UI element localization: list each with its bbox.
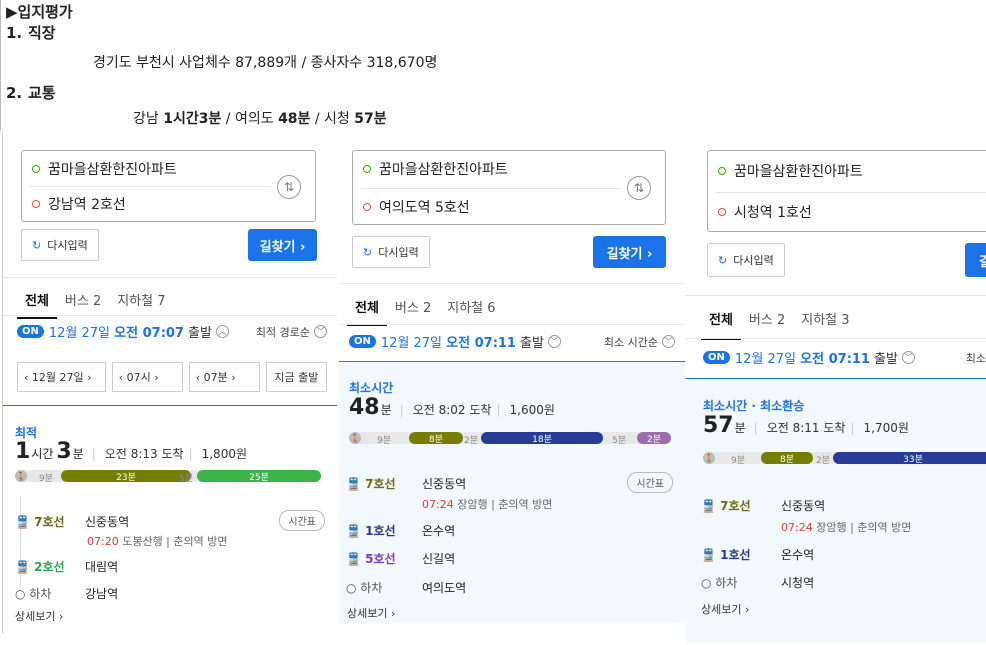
section-traffic-heading: 2. 교통 [6, 84, 56, 102]
origin-field[interactable]: 꿈마을삼환한진아파트 [32, 159, 271, 179]
route-duration: 57 분 | 오전 8:11 도착 | 1,700원 [703, 413, 909, 438]
step-alight: ○ 하차 강남역 [15, 587, 119, 601]
segment-line2: 25분 [197, 470, 321, 483]
date-selector[interactable]: ‹ 12월 27일 › [17, 362, 106, 392]
details-link[interactable]: 상세보기 › [15, 608, 63, 624]
step-detail: 07:20 도봉산행 | 춘의역 방면 [87, 535, 228, 548]
walk-icon: 🚶 [349, 432, 361, 444]
segment-line1: 18분 [481, 432, 603, 445]
destination-dot-icon [718, 208, 726, 216]
walk-icon: 🚶 [15, 470, 27, 482]
step-detail: 07:24 장암행 | 춘의역 방면 [422, 498, 553, 511]
chevron-down-icon: ﹀ [662, 335, 675, 348]
document-header: ▶입지평가 1. 직장 경기도 부천시 사업체수 87,889개 / 종사자수 3… [0, 0, 986, 130]
section-work-heading: 1. 직장 [6, 24, 56, 42]
departure-time-bar: ON 12월 27일 오전 07:11 출발 ﹀ 최소 [703, 348, 986, 367]
origin-field[interactable]: 꿈마을삼환한진아파트 [718, 161, 962, 181]
reset-button[interactable]: ↻ 다시입력 [352, 236, 430, 268]
tab-all[interactable]: 전체 [347, 297, 387, 326]
commute-summary: 강남 1시간3분 / 여의도 48분 / 시청 57분 [133, 111, 387, 127]
route-result[interactable]: 최소시간 48 분 | 오전 8:02 도착 | 1,600원 🚶 9분 8분 2분 1… [339, 361, 685, 623]
route-input-box: 꿈마을삼환한진아파트 여의도역 5호선 ⇅ [352, 150, 666, 225]
route-result[interactable]: 최적 1 시간 3 분 | 오전 8:13 도착 | 1,800원 🚶 9분 23분 5분 … [3, 405, 337, 633]
origin-field[interactable]: 꿈마을삼환한진아파트 [363, 159, 621, 179]
sort-dropdown[interactable]: 최소 시간순 ﹀ [604, 334, 675, 350]
refresh-icon: ↻ [363, 245, 373, 259]
minute-selector[interactable]: ‹ 07분 › [188, 362, 260, 392]
timetable-button[interactable]: 시간표 [279, 510, 325, 531]
result-badge: 최소시간 [349, 381, 394, 395]
sort-dropdown[interactable]: 최적 경로순 ﹀ [256, 324, 327, 340]
chevron-down-icon: ﹀ [314, 325, 327, 338]
depart-now-button[interactable]: 지금 출발 [265, 362, 327, 392]
details-link[interactable]: 상세보기 › [701, 601, 749, 617]
tab-bus[interactable]: 버스 2 [387, 297, 439, 326]
route-tabs: 전체 버스 2 지하철 3 [701, 309, 986, 340]
sort-dropdown[interactable]: 최소 [966, 350, 986, 366]
details-link[interactable]: 상세보기 › [347, 605, 395, 621]
step-alight: ○ 하차 시청역 [701, 576, 815, 590]
chevron-down-icon[interactable]: ﹀ [901, 351, 915, 364]
step-transfer: 🚆 1호선 온수역 [346, 524, 456, 538]
refresh-icon: ↻ [718, 253, 728, 267]
refresh-icon: ↻ [32, 238, 42, 252]
swap-icon[interactable]: ⇅ [627, 176, 651, 200]
departure-time-bar: ON 12월 27일 오전 07:11 출발 ﹀ 최소 시간순 ﹀ [349, 332, 675, 351]
reset-button[interactable]: ↻ 다시입력 [21, 229, 99, 261]
segment-line7: 23분 [61, 470, 191, 483]
find-route-button[interactable]: 길 [965, 243, 986, 277]
departure-time-bar: ON 12월 27일 오전 07:07 출발 ︿ 최적 경로순 ﹀ [17, 322, 327, 341]
reset-button[interactable]: ↻ 다시입력 [707, 243, 785, 277]
find-route-button[interactable]: 길찾기 › [593, 236, 666, 268]
route-panel-gangnam: 꿈마을삼환한진아파트 강남역 2호선 ⇅ ↻ 다시입력 길찾기 › 전체 버스 2… [2, 133, 337, 633]
route-input-box: 꿈마을삼환한진아파트 강남역 2호선 ⇅ [21, 150, 316, 222]
step-board: 🚆 7호선 신중동역 [346, 477, 467, 491]
destination-dot-icon [363, 203, 371, 211]
origin-dot-icon [363, 165, 371, 173]
step-board: 🚆 7호선 신중동역 [701, 499, 826, 513]
segment-line5: 2분 [637, 432, 671, 445]
swap-icon[interactable]: ⇅ [277, 175, 301, 199]
route-panel-cityhall: 꿈마을삼환한진아파트 시청역 1호선 ↻ 다시입력 길 전체 버스 2 지하철 3… [685, 133, 986, 643]
destination-dot-icon [32, 200, 40, 208]
segment-line7: 8분 [409, 432, 463, 445]
route-input-box: 꿈마을삼환한진아파트 시청역 1호선 [707, 150, 986, 232]
on-badge: ON [349, 335, 376, 348]
walk-icon: 🚶 [703, 452, 715, 464]
route-duration: 1 시간 3 분 | 오전 8:13 도착 | 1,800원 [15, 439, 248, 464]
chevron-up-icon[interactable]: ︿ [215, 325, 229, 338]
on-badge: ON [17, 325, 44, 338]
tab-all[interactable]: 전체 [701, 309, 741, 340]
hour-selector[interactable]: ‹ 07시 › [111, 362, 183, 392]
origin-dot-icon [32, 165, 40, 173]
timetable-button[interactable]: 시간표 [627, 472, 673, 493]
section-title: ▶입지평가 [6, 3, 73, 21]
chevron-down-icon[interactable]: ﹀ [547, 335, 561, 348]
step-detail: 07:24 장암행 | 춘의역 방면 [781, 521, 912, 534]
destination-field[interactable]: 강남역 2호선 [32, 194, 271, 214]
tab-subway[interactable]: 지하철 6 [439, 297, 503, 326]
route-panel-yeouido: 꿈마을삼환한진아파트 여의도역 5호선 ⇅ ↻ 다시입력 길찾기 › 전체 버스 … [339, 133, 685, 623]
tab-bus[interactable]: 버스 2 [741, 309, 793, 340]
step-transfer: 🚆 5호선 신길역 [346, 552, 456, 566]
segment-line7: 8분 [761, 452, 813, 465]
step-alight: ○ 하차 여의도역 [346, 581, 467, 595]
segment-line1: 33분 [833, 452, 986, 465]
result-badge: 최소시간 · 최소환승 [703, 399, 805, 413]
time-selectors: ‹ 12월 27일 › ‹ 07시 › ‹ 07분 › 지금 출발 [17, 362, 327, 392]
route-duration: 48 분 | 오전 8:02 도착 | 1,600원 [349, 395, 555, 420]
route-result[interactable]: 최소시간 · 최소환승 57 분 | 오전 8:11 도착 | 1,700원 🚶 9분 … [685, 378, 986, 643]
on-badge: ON [703, 351, 730, 364]
step-transfer: 🚆 1호선 온수역 [701, 548, 815, 562]
route-tabs: 전체 버스 2 지하철 6 [347, 297, 685, 326]
find-route-button[interactable]: 길찾기 › [248, 229, 317, 261]
work-stats: 경기도 부천시 사업체수 87,889개 / 종사자수 318,670명 [93, 55, 438, 71]
step-transfer: 🚆 2호선 대림역 [15, 560, 119, 574]
destination-field[interactable]: 여의도역 5호선 [363, 197, 621, 217]
tab-subway[interactable]: 지하철 3 [793, 309, 857, 340]
origin-dot-icon [718, 167, 726, 175]
destination-field[interactable]: 시청역 1호선 [718, 202, 962, 222]
